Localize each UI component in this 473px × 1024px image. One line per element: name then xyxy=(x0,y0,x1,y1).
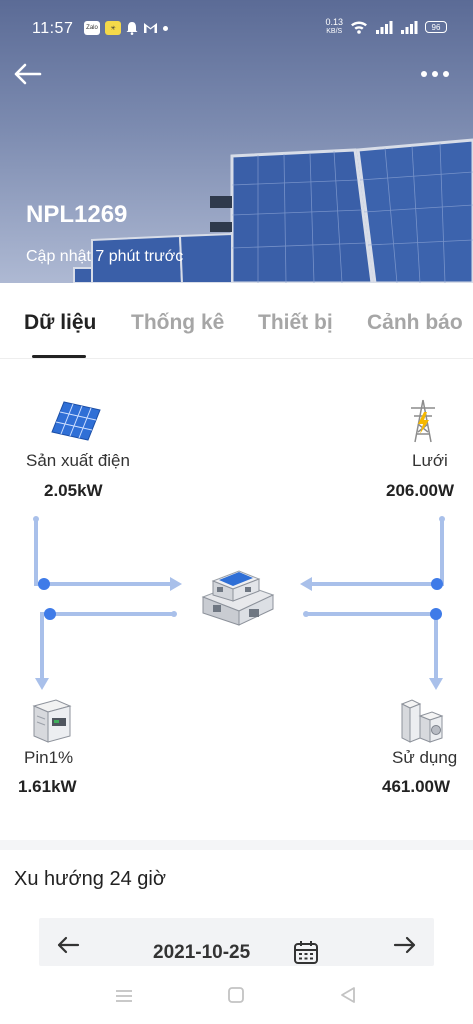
tab-alerts[interactable]: Cảnh báo xyxy=(367,311,463,335)
grid-label: Lưới xyxy=(412,451,448,470)
more-dot-icon xyxy=(432,71,438,77)
trend-title: Xu hướng 24 giờ xyxy=(14,868,166,890)
previous-date-arrow-icon[interactable] xyxy=(53,928,83,956)
home-icon[interactable] xyxy=(227,986,245,1004)
last-update-text: Cập nhật 7 phút trước xyxy=(26,248,184,265)
calendar-icon[interactable] xyxy=(293,940,319,964)
selected-date[interactable]: 2021-10-25 xyxy=(153,942,250,964)
more-dot-icon xyxy=(443,71,449,77)
bell-icon xyxy=(126,22,138,35)
plant-name: NPL1269 xyxy=(26,201,128,228)
signal-icon-2 xyxy=(401,21,418,34)
battery-value: 1.61kW xyxy=(18,777,77,796)
network-speed-unit: KB/S xyxy=(326,28,343,35)
active-tab-indicator xyxy=(32,355,86,358)
network-speed: 0.13 KB/S xyxy=(325,18,343,36)
back-arrow-icon[interactable] xyxy=(12,60,44,88)
signal-icon-1 xyxy=(376,21,393,34)
house-icon xyxy=(201,570,275,626)
tab-devices[interactable]: Thiết bị xyxy=(258,311,333,335)
header-banner: 11:57 Zalo ✳ 0.13 KB/S 96 NPL1269 Cập nh… xyxy=(0,0,473,283)
wifi-icon xyxy=(351,21,367,34)
grid-value: 206.00W xyxy=(386,481,455,500)
consumption-value: 461.00W xyxy=(382,777,451,796)
notification-icons: Zalo ✳ xyxy=(84,21,168,35)
network-speed-value: 0.13 xyxy=(325,17,343,27)
app-notification-icon: ✳ xyxy=(105,21,121,35)
battery-label: Pin1% xyxy=(24,748,74,767)
more-notifications-dot xyxy=(163,25,168,31)
tab-data[interactable]: Dữ liệu xyxy=(24,311,96,335)
system-navigation-bar xyxy=(0,966,473,1024)
appliance-icon xyxy=(400,699,444,743)
battery-cabinet-icon xyxy=(32,699,72,743)
more-options-button[interactable] xyxy=(417,64,453,84)
status-right: 0.13 KB/S 96 xyxy=(325,18,447,36)
status-time: 11:57 xyxy=(32,20,74,37)
battery-level: 96 xyxy=(431,22,441,32)
power-tower-icon xyxy=(411,399,435,443)
battery-icon: 96 xyxy=(425,21,447,33)
status-bar: 11:57 Zalo ✳ 0.13 KB/S 96 xyxy=(0,0,473,56)
solar-panel-icon xyxy=(51,401,101,441)
zalo-icon: Zalo xyxy=(84,21,100,35)
consumption-label: Sử dụng xyxy=(392,748,458,767)
menu-icon[interactable] xyxy=(114,988,134,1004)
production-value: 2.05kW xyxy=(44,481,103,500)
tab-statistics[interactable]: Thống kê xyxy=(131,311,224,335)
production-label: Sản xuất điện xyxy=(26,451,130,470)
tab-bar: Dữ liệu Thống kê Thiết bị Cảnh báo xyxy=(0,283,473,359)
back-triangle-icon[interactable] xyxy=(339,986,357,1004)
date-selector: 2021-10-25 xyxy=(39,918,434,966)
energy-flow-diagram: Sản xuất điện 2.05kW Lưới 206.00W Pin1% … xyxy=(0,360,473,840)
more-dot-icon xyxy=(421,71,427,77)
gmail-icon xyxy=(144,23,157,33)
next-date-arrow-icon[interactable] xyxy=(390,928,420,956)
section-divider xyxy=(0,840,473,850)
